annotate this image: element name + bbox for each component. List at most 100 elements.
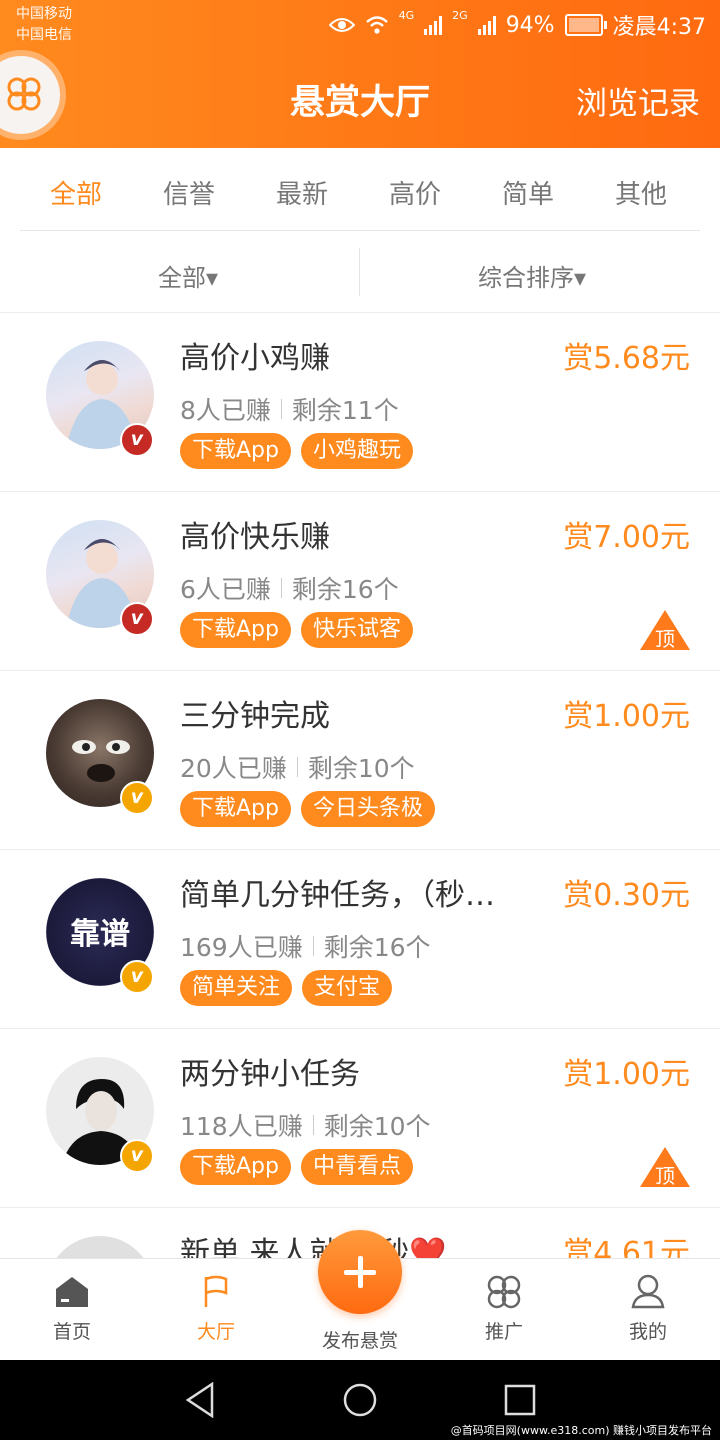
earned-count: 169人已赚 (180, 933, 303, 962)
pinned-label: 顶 (655, 1164, 675, 1188)
task-title: 简单几分钟任务，（秒… (180, 878, 495, 913)
meta-divider (296, 757, 298, 777)
back-icon[interactable] (184, 1382, 216, 1418)
avatar (46, 1236, 154, 1259)
verified-badge: v (120, 960, 154, 994)
watermark: @首码项目网(www.e318.com) 赚钱小项目发布平台 (450, 1424, 712, 1437)
task-reward: 赏5.68元 (563, 341, 690, 376)
status-icons: 4G 2G 94% 凌晨4:37 (328, 9, 706, 41)
nav-hall[interactable]: 大厅 (144, 1267, 288, 1344)
task-tags: 下载App 快乐试客 (180, 612, 413, 648)
remaining-count: 剩余16个 (291, 575, 399, 604)
pinned-label: 顶 (655, 627, 675, 651)
tag: 下载App (180, 612, 291, 648)
status-bar: 中国移动 中国电信 4G 2G 94% 凌晨4:37 (0, 0, 720, 48)
nav-mine-label: 我的 (628, 1321, 667, 1343)
battery-icon (564, 14, 607, 36)
recents-icon[interactable] (504, 1384, 536, 1416)
tag: 小鸡趣玩 (300, 433, 413, 469)
tag: 下载App (180, 433, 291, 469)
task-row[interactable]: v 两分钟小任务 赏1.00元 118人已赚 剩余10个 下载App 中青看点 … (0, 1028, 720, 1207)
clover-icon (487, 1275, 521, 1309)
task-row[interactable]: v 三分钟完成 赏1.00元 20人已赚 剩余10个 下载App 今日头条极 (0, 670, 720, 849)
earned-count: 6人已赚 (180, 575, 271, 604)
task-reward: 赏0.30元 (563, 878, 690, 913)
remaining-count: 剩余10个 (323, 1112, 431, 1141)
nav-home-label: 首页 (52, 1321, 91, 1343)
signal-icon (424, 15, 443, 35)
task-title: 高价小鸡赚 (180, 341, 330, 376)
tab-other[interactable]: 其他 (584, 174, 698, 211)
remaining-count: 剩余16个 (323, 933, 431, 962)
earned-count: 8人已赚 (180, 396, 271, 425)
tab-high-price[interactable]: 高价 (358, 174, 472, 211)
earned-count: 118人已赚 (180, 1112, 303, 1141)
history-link[interactable]: 浏览记录 (576, 78, 700, 123)
tab-simple[interactable]: 简单 (471, 174, 585, 211)
nav-promote-label: 推广 (484, 1321, 523, 1343)
task-tags: 下载App 小鸡趣玩 (180, 433, 413, 469)
wifi-icon (365, 16, 388, 34)
task-row[interactable]: 靠谱 v 简单几分钟任务，（秒… 赏0.30元 169人已赚 剩余16个 简单关… (0, 849, 720, 1028)
home-circle-icon[interactable] (342, 1382, 378, 1418)
task-meta: 20人已赚 剩余10个 (180, 749, 415, 785)
task-tags: 简单关注 支付宝 (180, 970, 393, 1006)
task-meta: 6人已赚 剩余16个 (180, 570, 399, 606)
task-title: 新单 来人就大 秒❤️ (180, 1236, 447, 1259)
filter-bar: 全部▾ 综合排序▾ (0, 232, 720, 312)
tag: 中青看点 (300, 1149, 413, 1185)
carrier-info: 中国移动 中国电信 (16, 4, 72, 46)
tag: 简单关注 (180, 970, 293, 1006)
tag: 下载App (180, 1149, 291, 1185)
remaining-count: 剩余11个 (291, 396, 399, 425)
nav-home[interactable]: 首页 (0, 1267, 144, 1344)
sort-dropdown[interactable]: 综合排序▾ (352, 258, 712, 293)
tab-newest[interactable]: 最新 (245, 174, 359, 211)
user-icon (631, 1274, 665, 1309)
pinned-top-icon: 顶 (640, 1147, 690, 1188)
tag: 快乐试客 (300, 612, 413, 648)
tab-credit[interactable]: 信誉 (132, 174, 246, 211)
task-reward: 赏4.61元 (563, 1236, 690, 1259)
carrier-1: 中国移动 (16, 6, 72, 22)
publish-reward-button[interactable] (318, 1230, 402, 1314)
task-reward: 赏7.00元 (563, 520, 690, 555)
meta-divider (312, 936, 314, 956)
network-2g: 2G (452, 9, 468, 22)
task-tags: 下载App 今日头条极 (180, 791, 435, 827)
tag: 下载App (180, 791, 291, 827)
verified-badge: v (120, 1139, 154, 1173)
task-tags: 下载App 中青看点 (180, 1149, 413, 1185)
battery-percent: 94% (505, 12, 555, 38)
task-row[interactable]: v 高价小鸡赚 赏5.68元 8人已赚 剩余11个 下载App 小鸡趣玩 (0, 312, 720, 491)
verified-badge: v (120, 423, 154, 457)
task-reward: 赏1.00元 (563, 699, 690, 734)
eye-icon (328, 18, 355, 32)
task-row[interactable]: v 高价快乐赚 赏7.00元 6人已赚 剩余16个 下载App 快乐试客 顶 (0, 491, 720, 670)
header: 悬赏大厅 浏览记录 (0, 48, 720, 148)
task-meta: 8人已赚 剩余11个 (180, 391, 399, 427)
meta-divider (280, 578, 282, 598)
tag: 今日头条极 (300, 791, 435, 827)
task-title: 三分钟完成 (180, 699, 330, 734)
verified-badge: v (120, 602, 154, 636)
task-meta: 118人已赚 剩余10个 (180, 1107, 431, 1143)
remaining-count: 剩余10个 (307, 754, 415, 783)
task-meta: 169人已赚 剩余16个 (180, 928, 431, 964)
category-filter-dropdown[interactable]: 全部▾ (8, 258, 368, 293)
nav-mine[interactable]: 我的 (576, 1267, 720, 1344)
task-reward: 赏1.00元 (563, 1057, 690, 1092)
tab-all[interactable]: 全部 (19, 174, 133, 211)
task-title: 高价快乐赚 (180, 520, 330, 555)
meta-divider (312, 1115, 314, 1135)
signal-icon (477, 15, 496, 35)
nav-promote[interactable]: 推广 (432, 1267, 576, 1344)
nav-hall-label: 大厅 (196, 1321, 235, 1343)
clock: 凌晨4:37 (612, 15, 706, 40)
publish-reward-label: 发布悬赏 (321, 1330, 398, 1352)
home-icon (56, 1277, 88, 1307)
meta-divider (280, 399, 282, 419)
carrier-2: 中国电信 (16, 27, 72, 43)
earned-count: 20人已赚 (180, 754, 287, 783)
flag-icon (204, 1275, 228, 1307)
